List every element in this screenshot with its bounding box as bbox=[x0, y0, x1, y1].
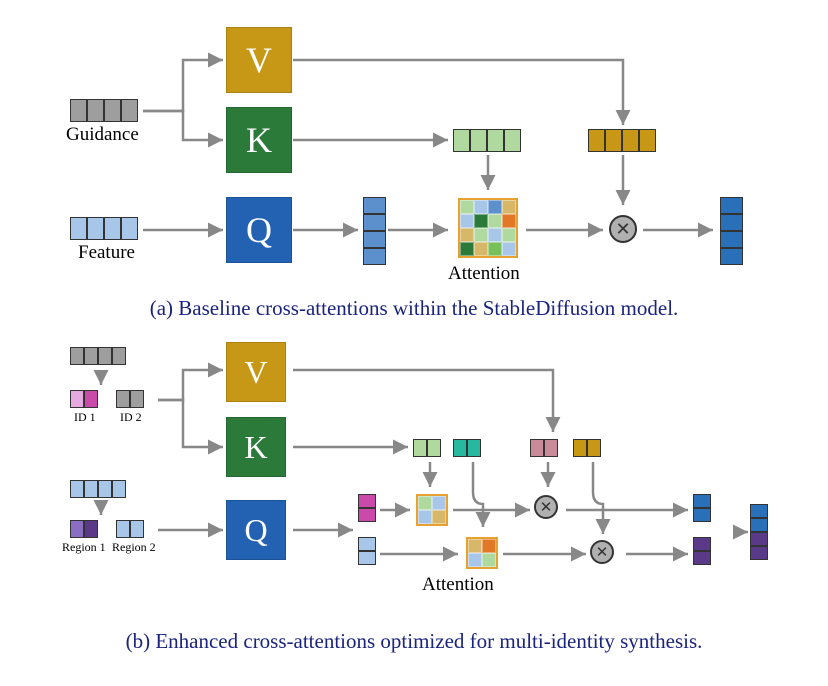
feature-label: Feature bbox=[78, 242, 135, 264]
out-1 bbox=[693, 494, 711, 522]
v-out-2 bbox=[573, 439, 601, 457]
k-out-1 bbox=[413, 439, 441, 457]
k-box-b: K bbox=[226, 417, 286, 477]
arrows-a bbox=[28, 15, 800, 325]
q-box: Q bbox=[226, 197, 292, 263]
k-out-2 bbox=[453, 439, 481, 457]
diagram-a: Guidance Feature V K Q Attention ✕ bbox=[28, 15, 800, 325]
region1-label: Region 1 bbox=[62, 540, 106, 555]
attn-grid-1 bbox=[416, 494, 448, 526]
output-column bbox=[720, 197, 743, 265]
out-2 bbox=[693, 537, 711, 565]
v-output bbox=[588, 129, 656, 152]
k-box: K bbox=[226, 107, 292, 173]
id2-tokens bbox=[116, 390, 144, 408]
attention-label-b: Attention bbox=[422, 574, 494, 596]
attention-grid bbox=[458, 198, 518, 258]
region2-label: Region 2 bbox=[112, 540, 156, 555]
q-output bbox=[363, 197, 386, 265]
feature-tokens-b bbox=[70, 480, 126, 498]
v-box-b: V bbox=[226, 342, 286, 402]
region2-tokens bbox=[116, 520, 144, 538]
attention-label-a: Attention bbox=[448, 263, 520, 285]
q-out-2 bbox=[358, 537, 376, 565]
guidance-tokens-b bbox=[70, 347, 126, 365]
q-out-1 bbox=[358, 494, 376, 522]
diagram-b: ID 1 ID 2 Region 1 Region 2 V K Q Attent… bbox=[28, 332, 800, 652]
caption-a: (a) Baseline cross-attentions within the… bbox=[0, 296, 828, 321]
region1-tokens bbox=[70, 520, 98, 538]
merged-output bbox=[750, 504, 768, 560]
guidance-tokens bbox=[70, 99, 138, 122]
q-box-b: Q bbox=[226, 500, 286, 560]
matmul-icon-1: ✕ bbox=[534, 495, 558, 519]
feature-tokens bbox=[70, 217, 138, 240]
attn-grid-2 bbox=[466, 537, 498, 569]
caption-b: (b) Enhanced cross-attentions optimized … bbox=[0, 629, 828, 654]
guidance-label: Guidance bbox=[66, 124, 139, 146]
id2-label: ID 2 bbox=[120, 410, 142, 425]
arrows-b bbox=[28, 332, 800, 652]
k-output bbox=[453, 129, 521, 152]
matmul-icon-2: ✕ bbox=[590, 540, 614, 564]
v-box: V bbox=[226, 27, 292, 93]
v-out-1 bbox=[530, 439, 558, 457]
id1-tokens bbox=[70, 390, 98, 408]
matmul-icon: ✕ bbox=[609, 215, 637, 243]
id1-label: ID 1 bbox=[74, 410, 96, 425]
